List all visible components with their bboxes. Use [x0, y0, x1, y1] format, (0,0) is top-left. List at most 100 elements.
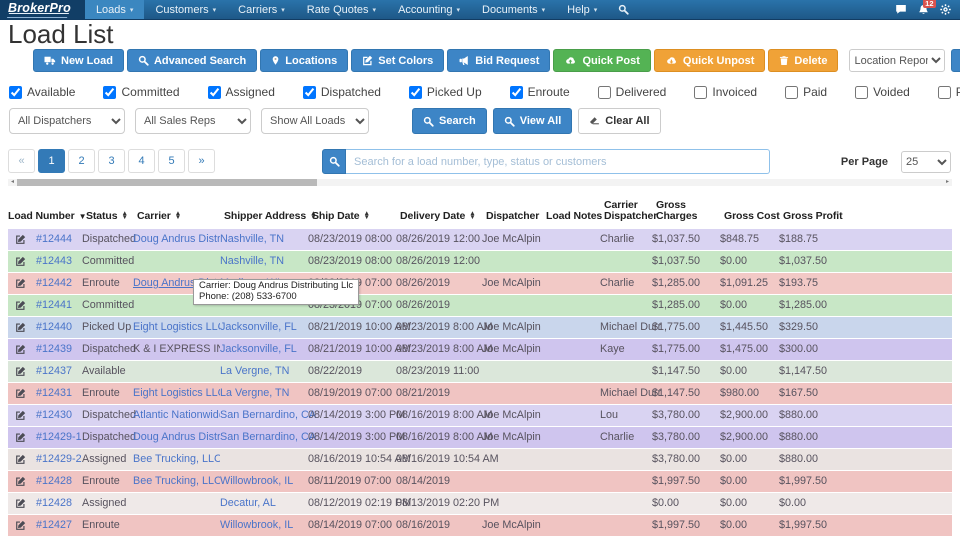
edit-load-button[interactable] — [8, 449, 36, 470]
messages-button[interactable] — [895, 4, 907, 15]
shipper-address-link[interactable]: Nashville, TN — [220, 255, 284, 267]
scrollbar-thumb[interactable] — [17, 179, 317, 186]
delete-button[interactable]: Delete — [768, 49, 839, 72]
load-number-link[interactable]: #12428 — [36, 497, 72, 509]
column-header-shipper-address[interactable]: Shipper Address ▲ ▼ — [224, 210, 317, 222]
picked-up-checkbox[interactable] — [408, 85, 422, 99]
notifications-button[interactable]: 12 — [918, 0, 936, 16]
edit-load-button[interactable] — [8, 251, 36, 272]
shipper-address-link[interactable]: San Bernardino, CA — [220, 431, 316, 443]
column-header-delivery-date[interactable]: Delivery Date ▲ ▼ — [400, 210, 486, 222]
sales-rep-filter-select[interactable]: All Sales Reps — [135, 108, 251, 134]
per-page-select[interactable]: 25 — [901, 151, 951, 173]
status-filter-dispatched[interactable]: Dispatched — [302, 85, 381, 99]
page-prev-button[interactable]: « — [8, 149, 35, 173]
status-filter-invoiced[interactable]: Invoiced — [694, 85, 757, 99]
shipper-address-link[interactable]: Jacksonville, FL — [220, 321, 297, 333]
quick-unpost-button[interactable]: Quick Unpost — [653, 49, 766, 72]
edit-load-button[interactable] — [8, 295, 36, 316]
edit-load-button[interactable] — [8, 339, 36, 360]
invoiced-checkbox[interactable] — [694, 85, 708, 99]
edit-load-button[interactable] — [8, 493, 36, 514]
load-number-link[interactable]: #12440 — [36, 321, 72, 333]
carrier-link[interactable]: Doug Andrus Distri... — [133, 431, 220, 443]
clear-all-button[interactable]: Clear All — [578, 108, 661, 134]
load-number-link[interactable]: #12441 — [36, 299, 72, 311]
nav-item-documents[interactable]: Documents ▾ — [471, 0, 556, 19]
shipper-address-link[interactable]: Decatur, AL — [220, 497, 276, 509]
load-number-link[interactable]: #12439 — [36, 343, 72, 355]
new-load-button[interactable]: New Load — [33, 49, 124, 72]
scroll-left-arrow-icon[interactable]: ◂ — [8, 179, 17, 186]
status-filter-delivered[interactable]: Delivered — [597, 85, 666, 99]
page-3-button[interactable]: 3 — [98, 149, 125, 173]
set-colors-button[interactable]: Set Colors — [351, 49, 445, 72]
assigned-checkbox[interactable] — [207, 85, 221, 99]
shipper-address-link[interactable]: Nashville, TN — [220, 233, 284, 245]
load-number-link[interactable]: #12428 — [36, 475, 72, 487]
page-1-button[interactable]: 1 — [38, 149, 65, 173]
status-filter-paid[interactable]: Paid — [785, 85, 827, 99]
page-2-button[interactable]: 2 — [68, 149, 95, 173]
load-number-link[interactable]: #12430 — [36, 409, 72, 421]
quick-post-button[interactable]: Quick Post — [553, 49, 651, 72]
advanced-search-button[interactable]: Advanced Search — [126, 49, 258, 72]
nav-item-carriers[interactable]: Carriers ▾ — [227, 0, 296, 19]
page-next-button[interactable]: » — [188, 149, 215, 173]
page-4-button[interactable]: 4 — [128, 149, 155, 173]
status-filter-voided[interactable]: Voided — [855, 85, 910, 99]
carrier-link[interactable]: Atlantic Nationwide... — [133, 409, 220, 421]
status-filter-assigned[interactable]: Assigned — [207, 85, 275, 99]
load-number-link[interactable]: #12429-2 — [36, 453, 82, 465]
status-filter-picked-up[interactable]: Picked Up — [408, 85, 482, 99]
edit-load-button[interactable] — [8, 405, 36, 426]
edit-load-button[interactable] — [8, 273, 36, 294]
status-filter-available[interactable]: Available — [9, 85, 75, 99]
nav-item-loads[interactable]: Loads ▾ — [84, 0, 145, 19]
status-filter-enroute[interactable]: Enroute — [509, 85, 570, 99]
settings-button[interactable] — [940, 4, 951, 15]
nav-item-customers[interactable]: Customers ▾ — [144, 0, 227, 19]
scroll-right-arrow-icon[interactable]: ▸ — [943, 179, 952, 186]
shipper-address-link[interactable]: Willowbrook, IL — [220, 475, 293, 487]
delivered-checkbox[interactable] — [597, 85, 611, 99]
shipper-address-link[interactable]: La Vergne, TN — [220, 365, 289, 377]
shipper-address-link[interactable]: La Vergne, TN — [220, 387, 289, 399]
committed-checkbox[interactable] — [103, 85, 117, 99]
search-input[interactable] — [346, 149, 770, 174]
search-submit-button[interactable] — [322, 149, 346, 174]
voided-checkbox[interactable] — [855, 85, 869, 99]
pending-checkbox[interactable] — [937, 85, 951, 99]
status-filter-committed[interactable]: Committed — [103, 85, 180, 99]
carrier-link[interactable]: Eight Logistics LLC — [133, 387, 220, 399]
load-number-link[interactable]: #12443 — [36, 255, 72, 267]
edit-load-button[interactable] — [8, 515, 36, 536]
status-filter-pending[interactable]: Pending — [937, 85, 960, 99]
column-header-carrier[interactable]: Carrier ▲ ▼ — [137, 210, 224, 222]
load-number-link[interactable]: #12442 — [36, 277, 72, 289]
customize-columns-button[interactable]: Customize Columns — [951, 49, 960, 72]
nav-search-button[interactable] — [608, 0, 639, 19]
shipper-address-link[interactable]: San Bernardino, CA — [220, 409, 316, 421]
enroute-checkbox[interactable] — [509, 85, 523, 99]
column-header-status[interactable]: Status ▲ ▼ — [86, 210, 137, 222]
carrier-link[interactable]: Doug Andrus Distri... — [133, 233, 220, 245]
load-number-link[interactable]: #12444 — [36, 233, 72, 245]
paid-checkbox[interactable] — [785, 85, 799, 99]
available-checkbox[interactable] — [9, 85, 22, 99]
column-header-load-number[interactable]: Load Number ▼ — [8, 211, 87, 222]
view-all-button[interactable]: View All — [492, 108, 573, 134]
shipper-address-link[interactable]: Jacksonville, FL — [220, 343, 297, 355]
nav-item-rate-quotes[interactable]: Rate Quotes ▾ — [296, 0, 387, 19]
page-5-button[interactable]: 5 — [158, 149, 185, 173]
nav-item-help[interactable]: Help ▾ — [556, 0, 608, 19]
dispatcher-filter-select[interactable]: All Dispatchers — [9, 108, 125, 134]
brand-logo[interactable]: BrokerPro — [0, 0, 85, 19]
dispatched-checkbox[interactable] — [302, 85, 316, 99]
edit-load-button[interactable] — [8, 229, 36, 250]
edit-load-button[interactable] — [8, 317, 36, 338]
edit-load-button[interactable] — [8, 471, 36, 492]
search-button[interactable]: Search — [412, 108, 487, 134]
report-select[interactable]: Location Report — [849, 49, 946, 72]
edit-load-button[interactable] — [8, 361, 36, 382]
